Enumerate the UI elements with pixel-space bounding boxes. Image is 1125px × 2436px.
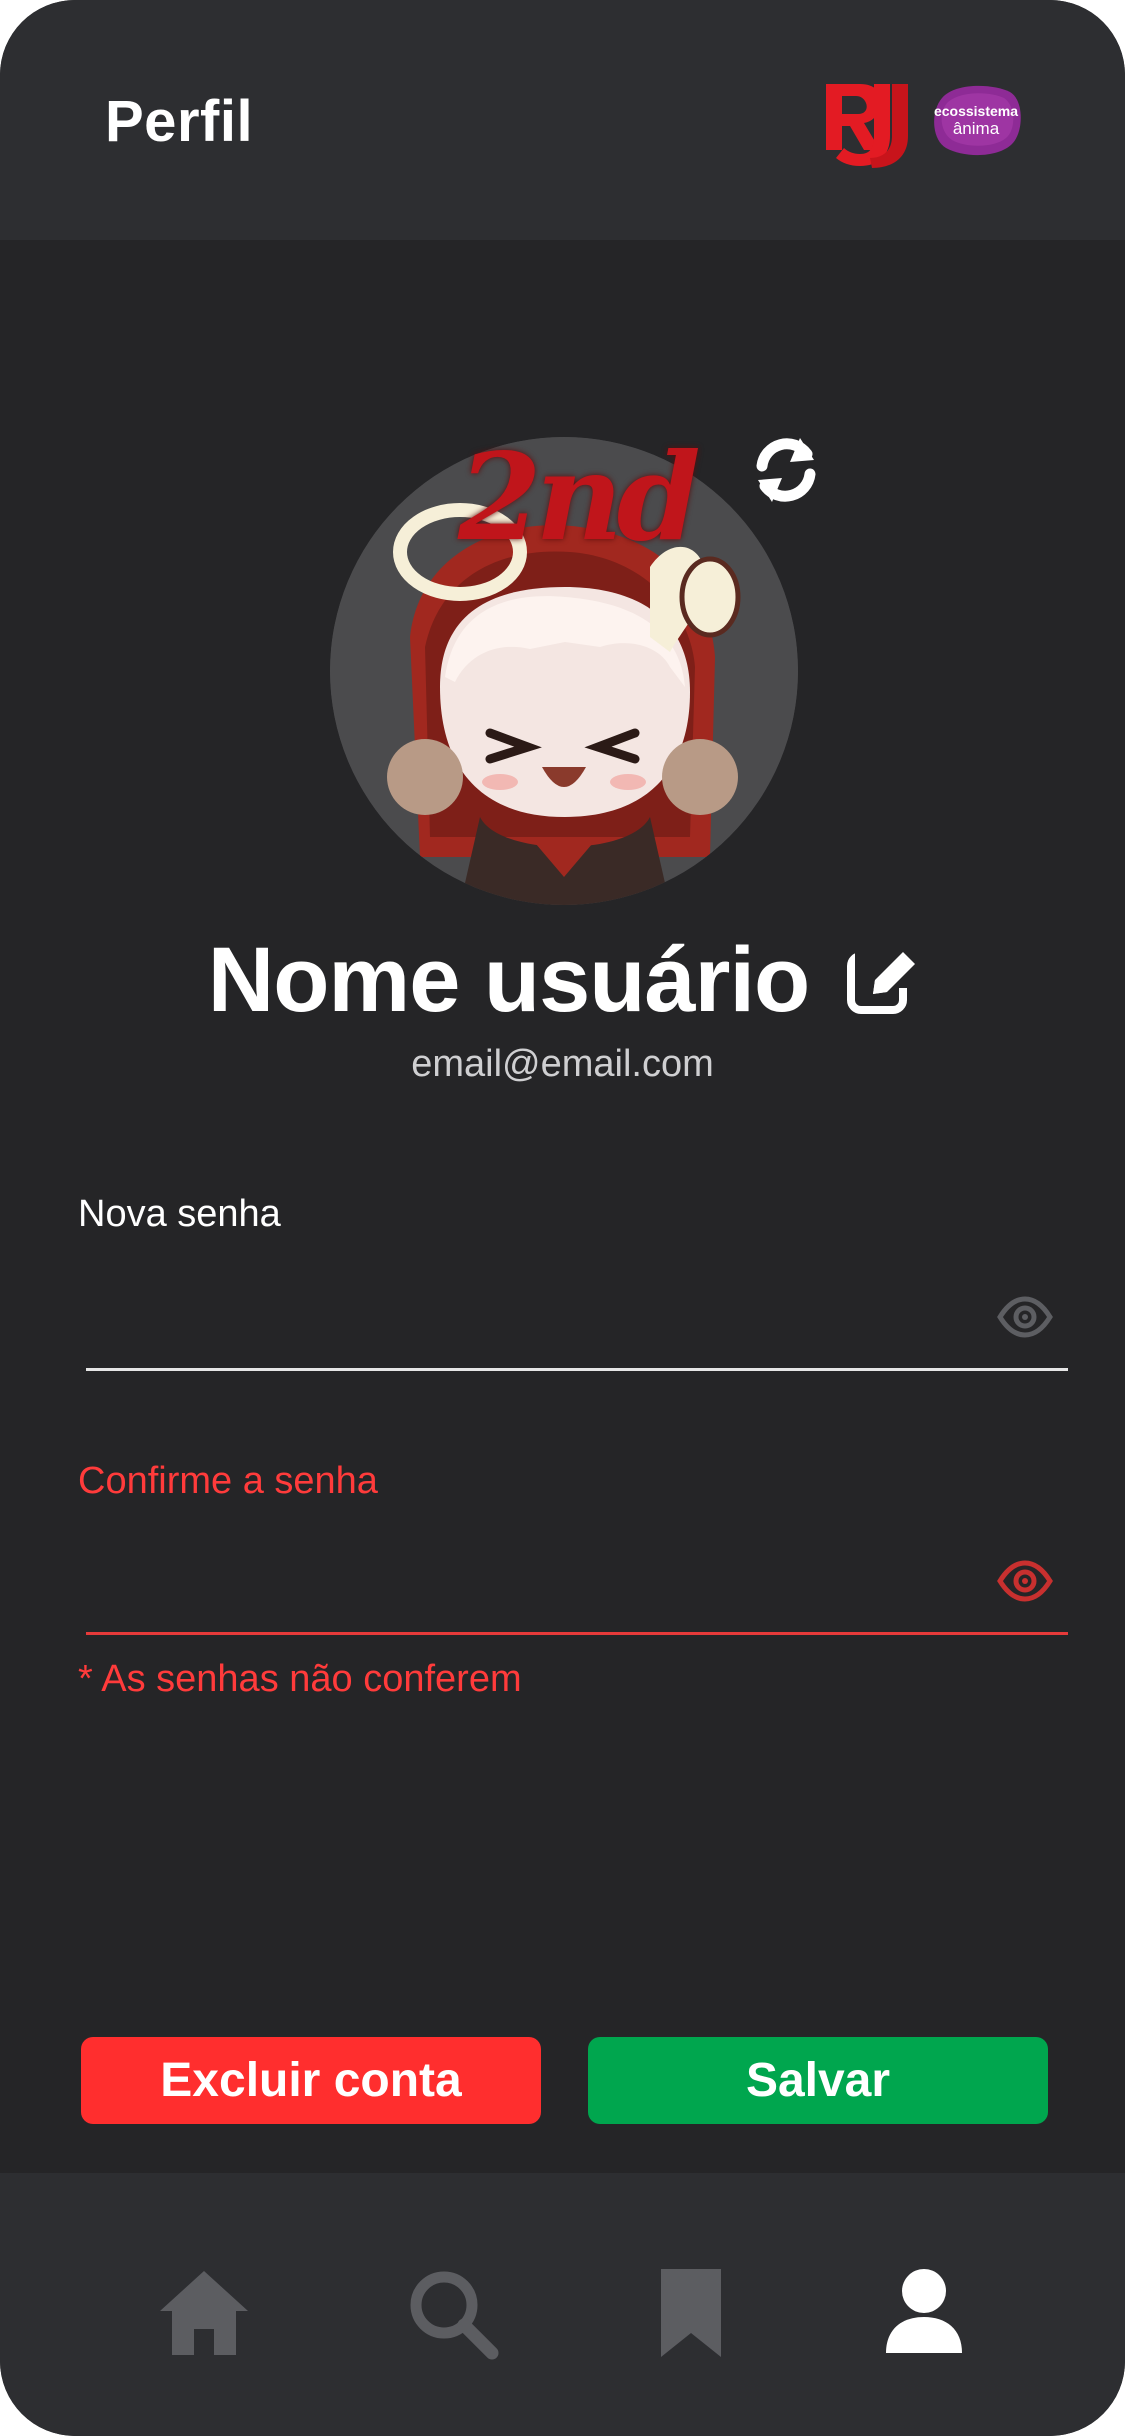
app-header: Perfil ecossistema ânima xyxy=(0,0,1125,240)
toggle-password-visibility-icon[interactable] xyxy=(996,1288,1054,1346)
edit-name-icon[interactable] xyxy=(845,944,918,1016)
anima-logo-line2: ânima xyxy=(952,119,1000,138)
refresh-avatar-icon[interactable] xyxy=(748,432,824,508)
new-password-underline xyxy=(86,1368,1068,1371)
avatar-badge: 2nd xyxy=(458,427,701,568)
bookmark-icon[interactable] xyxy=(643,2265,739,2361)
user-name-row: Nome usuário xyxy=(0,925,1125,1035)
confirm-password-label: Confirme a senha xyxy=(78,1460,378,1502)
delete-account-button[interactable]: Excluir conta xyxy=(81,2037,541,2124)
rj-logo xyxy=(826,84,908,168)
home-icon[interactable] xyxy=(156,2265,252,2361)
profile-icon[interactable] xyxy=(876,2265,972,2361)
search-icon[interactable] xyxy=(404,2265,500,2361)
toggle-confirm-password-visibility-icon[interactable] xyxy=(996,1552,1054,1610)
confirm-password-input[interactable] xyxy=(86,1550,1072,1612)
profile-avatar[interactable]: 2nd xyxy=(330,427,798,905)
save-button[interactable]: Salvar xyxy=(588,2037,1048,2124)
user-email: email@email.com xyxy=(411,1043,714,1085)
anima-logo-text: ecossistema ânima xyxy=(928,102,1024,138)
password-mismatch-error: * As senhas não conferem xyxy=(78,1658,522,1700)
new-password-label: Nova senha xyxy=(78,1193,281,1235)
new-password-input[interactable] xyxy=(86,1285,1072,1347)
user-name: Nome usuário xyxy=(207,928,810,1031)
profile-screen: Perfil ecossistema ânima 2nd Nome usuári… xyxy=(0,0,1125,2436)
confirm-password-underline xyxy=(86,1632,1068,1635)
bottom-tab-bar xyxy=(0,2173,1125,2436)
page-title: Perfil xyxy=(105,89,254,154)
anima-logo: ecossistema ânima xyxy=(928,80,1024,160)
anima-logo-line1: ecossistema xyxy=(933,103,1019,119)
